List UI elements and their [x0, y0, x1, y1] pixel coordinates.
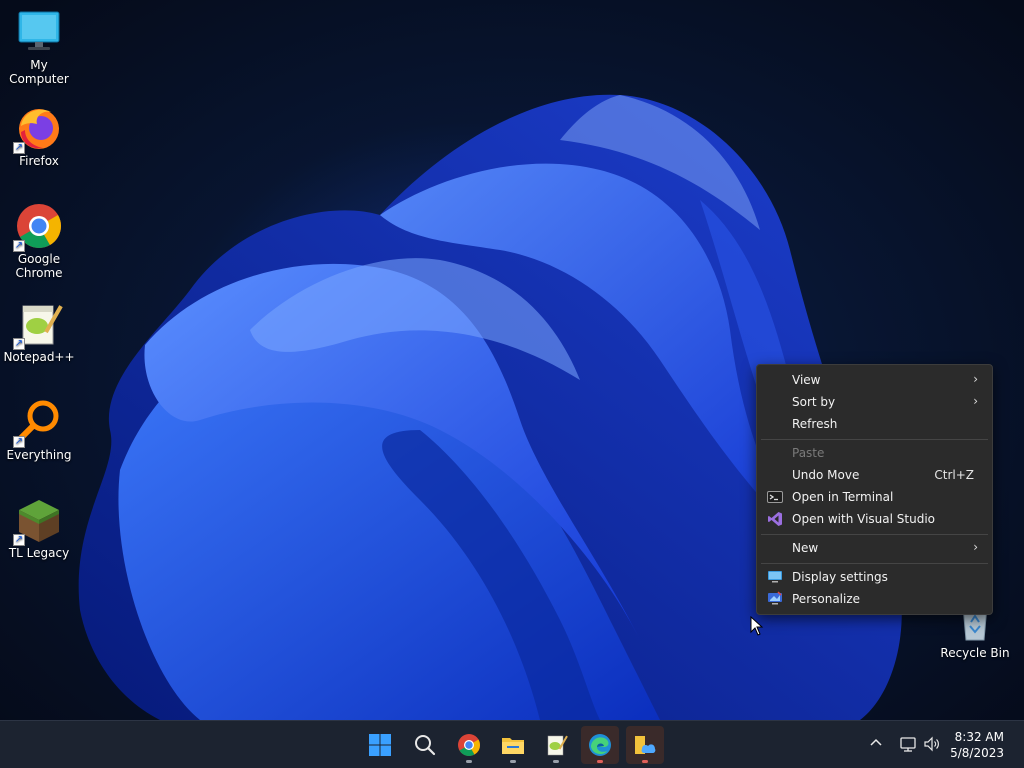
taskbar-clock[interactable]: 8:32 AM 5/8/2023	[950, 729, 1004, 761]
firefox-icon: ↗	[13, 104, 63, 154]
desktop[interactable]: My Computer ↗ Firefox ↗ Google Chrome ↗ …	[0, 0, 1024, 720]
taskbar-search-button[interactable]	[406, 726, 444, 764]
chevron-right-icon: ›	[973, 394, 978, 408]
shortcut-arrow-icon: ↗	[13, 534, 25, 546]
running-indicator	[642, 760, 648, 763]
onedrive-folder-icon	[635, 736, 656, 754]
taskbar-start-button[interactable]	[361, 726, 399, 764]
taskbar: 8:32 AM 5/8/2023	[0, 720, 1024, 768]
menu-item-refresh[interactable]: Refresh	[761, 413, 988, 435]
desktop-icon-label: Everything	[6, 448, 72, 462]
notepadpp-icon: ↗	[13, 300, 63, 350]
terminal-icon	[767, 489, 783, 505]
menu-item-open-with-visual-studio[interactable]: Open with Visual Studio	[761, 508, 988, 530]
network-icon[interactable]	[899, 735, 917, 753]
menu-item-personalize[interactable]: Personalize	[761, 588, 988, 610]
clock-date: 5/8/2023	[950, 746, 1004, 760]
chrome-icon: ↗	[13, 202, 63, 252]
taskbar-notepadpp-button[interactable]	[537, 726, 575, 764]
edge-icon	[589, 734, 611, 756]
running-indicator	[466, 760, 472, 763]
menu-item-sort-by[interactable]: Sort by ›	[761, 391, 988, 413]
taskbar-file-explorer-button[interactable]	[494, 726, 532, 764]
clock-time: 8:32 AM	[954, 730, 1004, 744]
menu-separator	[761, 563, 988, 564]
visual-studio-icon	[767, 511, 783, 527]
personalize-icon	[767, 591, 783, 607]
running-indicator	[597, 760, 603, 763]
search-icon	[415, 735, 436, 756]
desktop-icon-label: TL Legacy	[8, 546, 70, 560]
desktop-icon-label: Firefox	[19, 154, 59, 168]
running-indicator	[510, 760, 516, 763]
menu-item-paste[interactable]: Paste	[761, 442, 988, 464]
file-explorer-icon	[502, 738, 524, 754]
desktop-context-menu: View › Sort by › Refresh Paste Undo Move…	[756, 364, 993, 615]
taskbar-chrome-button[interactable]	[450, 726, 488, 764]
desktop-icon-google-chrome[interactable]: ↗ Google Chrome	[0, 202, 78, 280]
desktop-icon-label: Notepad++	[3, 350, 75, 364]
running-indicator	[553, 760, 559, 763]
minecraft-grass-block-icon: ↗	[13, 496, 63, 546]
desktop-icon-everything[interactable]: ↗ Everything	[0, 398, 78, 462]
menu-item-display-settings[interactable]: Display settings	[761, 566, 988, 588]
menu-item-view[interactable]: View ›	[761, 369, 988, 391]
monitor-icon	[15, 8, 63, 56]
display-settings-icon	[767, 569, 783, 585]
chrome-icon	[458, 734, 480, 756]
desktop-icon-my-computer[interactable]: My Computer	[0, 8, 78, 86]
notepadpp-icon	[547, 735, 568, 756]
chevron-right-icon: ›	[973, 372, 978, 386]
volume-icon[interactable]	[923, 735, 941, 753]
desktop-icon-label: My Computer	[9, 58, 69, 86]
desktop-icon-label: Recycle Bin	[940, 646, 1010, 660]
shortcut-arrow-icon: ↗	[13, 436, 25, 448]
menu-separator	[761, 534, 988, 535]
desktop-icon-notepadpp[interactable]: ↗ Notepad++	[0, 300, 78, 364]
everything-search-icon: ↗	[13, 398, 63, 448]
desktop-icon-tl-legacy[interactable]: ↗ TL Legacy	[0, 496, 78, 560]
menu-item-new[interactable]: New ›	[761, 537, 988, 559]
menu-item-undo-move[interactable]: Undo Move Ctrl+Z	[761, 464, 988, 486]
chevron-up-icon[interactable]	[868, 735, 884, 751]
shortcut-arrow-icon: ↗	[13, 142, 25, 154]
desktop-icon-firefox[interactable]: ↗ Firefox	[0, 104, 78, 168]
taskbar-edge-button[interactable]	[581, 726, 619, 764]
taskbar-onedrive-folder-button[interactable]	[626, 726, 664, 764]
menu-item-open-in-terminal[interactable]: Open in Terminal	[761, 486, 988, 508]
shortcut-arrow-icon: ↗	[13, 240, 25, 252]
start-icon	[369, 734, 391, 756]
menu-separator	[761, 439, 988, 440]
chevron-right-icon: ›	[973, 540, 978, 554]
desktop-icon-label: Google Chrome	[15, 252, 63, 280]
mouse-cursor-icon	[750, 616, 764, 636]
shortcut-arrow-icon: ↗	[13, 338, 25, 350]
